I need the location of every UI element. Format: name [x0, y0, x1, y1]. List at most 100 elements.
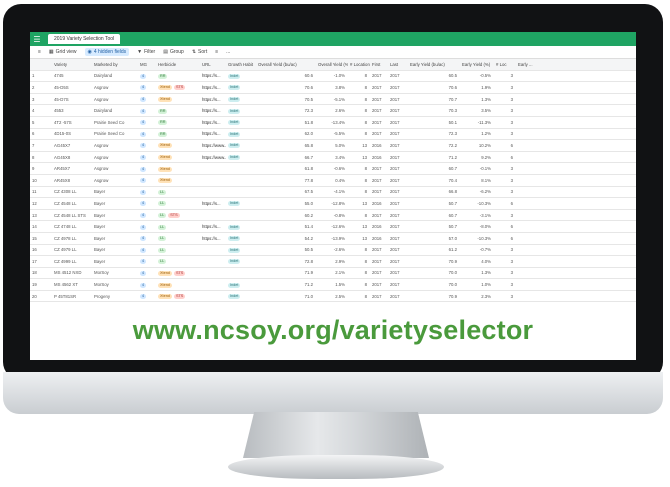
cell-oy[interactable]: 66.7	[256, 155, 316, 160]
column-header[interactable]: URL	[200, 62, 226, 67]
cell-oy[interactable]: 60.2	[256, 213, 316, 218]
cell-oy[interactable]: 54.2	[256, 236, 316, 241]
cell-m[interactable]: Bayer	[92, 247, 138, 252]
cell-ey[interactable]: 70.9	[408, 259, 460, 264]
cell-h[interactable]: RR	[156, 73, 200, 79]
cell-ep[interactable]: 1.2%	[460, 131, 494, 136]
cell-l[interactable]: 2017	[388, 85, 408, 90]
cell-h[interactable]: LL STS	[156, 212, 200, 219]
cell-f[interactable]: 2017	[370, 189, 388, 194]
url-link[interactable]: https://s...	[202, 120, 221, 125]
cell-h[interactable]: Xtend	[156, 177, 200, 184]
table-row[interactable]: 2 45-D5S Asgrow 4 Xtend STS https://s... Indet 7…	[30, 82, 636, 94]
cell-f[interactable]: 2017	[370, 73, 388, 78]
column-header[interactable]: Overall Yield (bu/ac)	[256, 62, 316, 67]
column-header[interactable]: # Loc	[494, 62, 516, 67]
cell-f[interactable]: 2016	[370, 201, 388, 206]
hidden-fields-button[interactable]: ◉ 4 hidden fields	[84, 48, 130, 56]
cell-oy[interactable]: 72.8	[256, 259, 316, 264]
cell-oy[interactable]: 77.8	[256, 178, 316, 183]
cell-el[interactable]: 6	[494, 201, 516, 206]
cell-u[interactable]: https://s...	[200, 73, 226, 78]
cell-el[interactable]: 3	[494, 97, 516, 102]
cell-mg[interactable]: 4	[138, 258, 156, 265]
cell-v[interactable]: 4T2 -57S	[52, 120, 92, 125]
column-header[interactable]: # Locations	[348, 62, 370, 67]
grid-view-button[interactable]: ▦ Grid view	[49, 49, 77, 55]
cell-mg[interactable]: 4	[138, 212, 156, 219]
cell-m[interactable]: Dairyland	[92, 108, 138, 113]
cell-m[interactable]: Asgrow	[92, 143, 138, 148]
cell-n[interactable]: 19	[30, 282, 44, 287]
cell-g[interactable]: Indet	[226, 131, 256, 137]
cell-l[interactable]: 2017	[388, 108, 408, 113]
cell-el[interactable]: 3	[494, 259, 516, 264]
cell-ey[interactable]: 72.3	[408, 131, 460, 136]
cell-v[interactable]: AR45X7	[52, 166, 92, 171]
cell-v[interactable]: MS 4562 XT	[52, 282, 92, 287]
cell-h[interactable]: RR	[156, 131, 200, 137]
cell-mg[interactable]: 4	[138, 142, 156, 149]
cell-f[interactable]: 2017	[370, 282, 388, 287]
cell-nl[interactable]: 8	[348, 85, 370, 90]
cell-v[interactable]: AR45X8	[52, 178, 92, 183]
cell-n[interactable]: 11	[30, 189, 44, 194]
cell-el[interactable]: 3	[494, 213, 516, 218]
table-row[interactable]: 4 4553 Dairyland 4 RR https://s... Indet 72.3 2.…	[30, 105, 636, 117]
cell-mg[interactable]: 4	[138, 166, 156, 172]
cell-el[interactable]: 3	[494, 247, 516, 252]
cell-l[interactable]: 2017	[388, 282, 408, 287]
cell-nl[interactable]: 13	[348, 224, 370, 229]
cell-op[interactable]: -1.0%	[316, 73, 348, 78]
cell-n[interactable]: 16	[30, 247, 44, 252]
cell-n[interactable]: 14	[30, 224, 44, 229]
cell-v[interactable]: 4553	[52, 108, 92, 113]
cell-v[interactable]: AG45X7	[52, 143, 92, 148]
cell-n[interactable]: 2	[30, 85, 44, 90]
cell-ep[interactable]: 1.3%	[460, 270, 494, 275]
table-row[interactable]: 8 AG45X8 Asgrow 4 Xtend https://www... Indet 66…	[30, 152, 636, 164]
column-header[interactable]: Early Yield (bu/ac)	[408, 62, 460, 67]
cell-nl[interactable]: 8	[348, 294, 370, 299]
cell-nl[interactable]: 8	[348, 97, 370, 102]
cell-f[interactable]: 2017	[370, 247, 388, 252]
cell-oy[interactable]: 61.8	[256, 166, 316, 171]
cell-el[interactable]: 3	[494, 282, 516, 287]
cell-m[interactable]: Asgrow	[92, 166, 138, 171]
cell-mg[interactable]: 4	[138, 73, 156, 79]
cell-h[interactable]: LL	[156, 189, 200, 195]
cell-mg[interactable]: 4	[138, 200, 156, 207]
cell-oy[interactable]: 55.0	[256, 201, 316, 206]
cell-el[interactable]: 3	[494, 131, 516, 136]
cell-h[interactable]: LL	[156, 200, 200, 207]
cell-ep[interactable]: -0.1%	[460, 166, 494, 171]
cell-op[interactable]: 2.5%	[316, 294, 348, 299]
row-height-icon[interactable]: ≡	[215, 49, 218, 55]
cell-l[interactable]: 2017	[388, 178, 408, 183]
cell-el[interactable]: 6	[494, 236, 516, 241]
cell-v[interactable]: P 45T81SR	[52, 294, 92, 299]
cell-m[interactable]: Asgrow	[92, 85, 138, 90]
cell-v[interactable]: CZ 4548 LL	[52, 201, 92, 206]
cell-ey[interactable]: 50.7	[408, 201, 460, 206]
cell-ep[interactable]: 1.3%	[460, 97, 494, 102]
cell-nl[interactable]: 8	[348, 108, 370, 113]
cell-l[interactable]: 2017	[388, 247, 408, 252]
cell-h[interactable]: LL	[156, 224, 200, 230]
cell-n[interactable]: 8	[30, 155, 44, 160]
cell-f[interactable]: 2017	[370, 97, 388, 102]
cell-nl[interactable]: 8	[348, 259, 370, 264]
cell-n[interactable]: 7	[30, 143, 44, 148]
cell-nl[interactable]: 13	[348, 143, 370, 148]
table-row[interactable]: 14 CZ 4748 LL Bayer 4 LL https://s... Indet 51.…	[30, 221, 636, 233]
cell-oy[interactable]: 60.6	[256, 73, 316, 78]
cell-oy[interactable]: 71.9	[256, 270, 316, 275]
cell-oy[interactable]: 72.3	[256, 108, 316, 113]
cell-l[interactable]: 2017	[388, 201, 408, 206]
cell-h[interactable]: LL	[156, 258, 200, 265]
cell-ep[interactable]: -10.3%	[460, 201, 494, 206]
cell-el[interactable]: 6	[494, 143, 516, 148]
cell-ey[interactable]: 60.5	[408, 73, 460, 78]
cell-ey[interactable]: 70.0	[408, 282, 460, 287]
cell-op[interactable]: 0.4%	[316, 178, 348, 183]
